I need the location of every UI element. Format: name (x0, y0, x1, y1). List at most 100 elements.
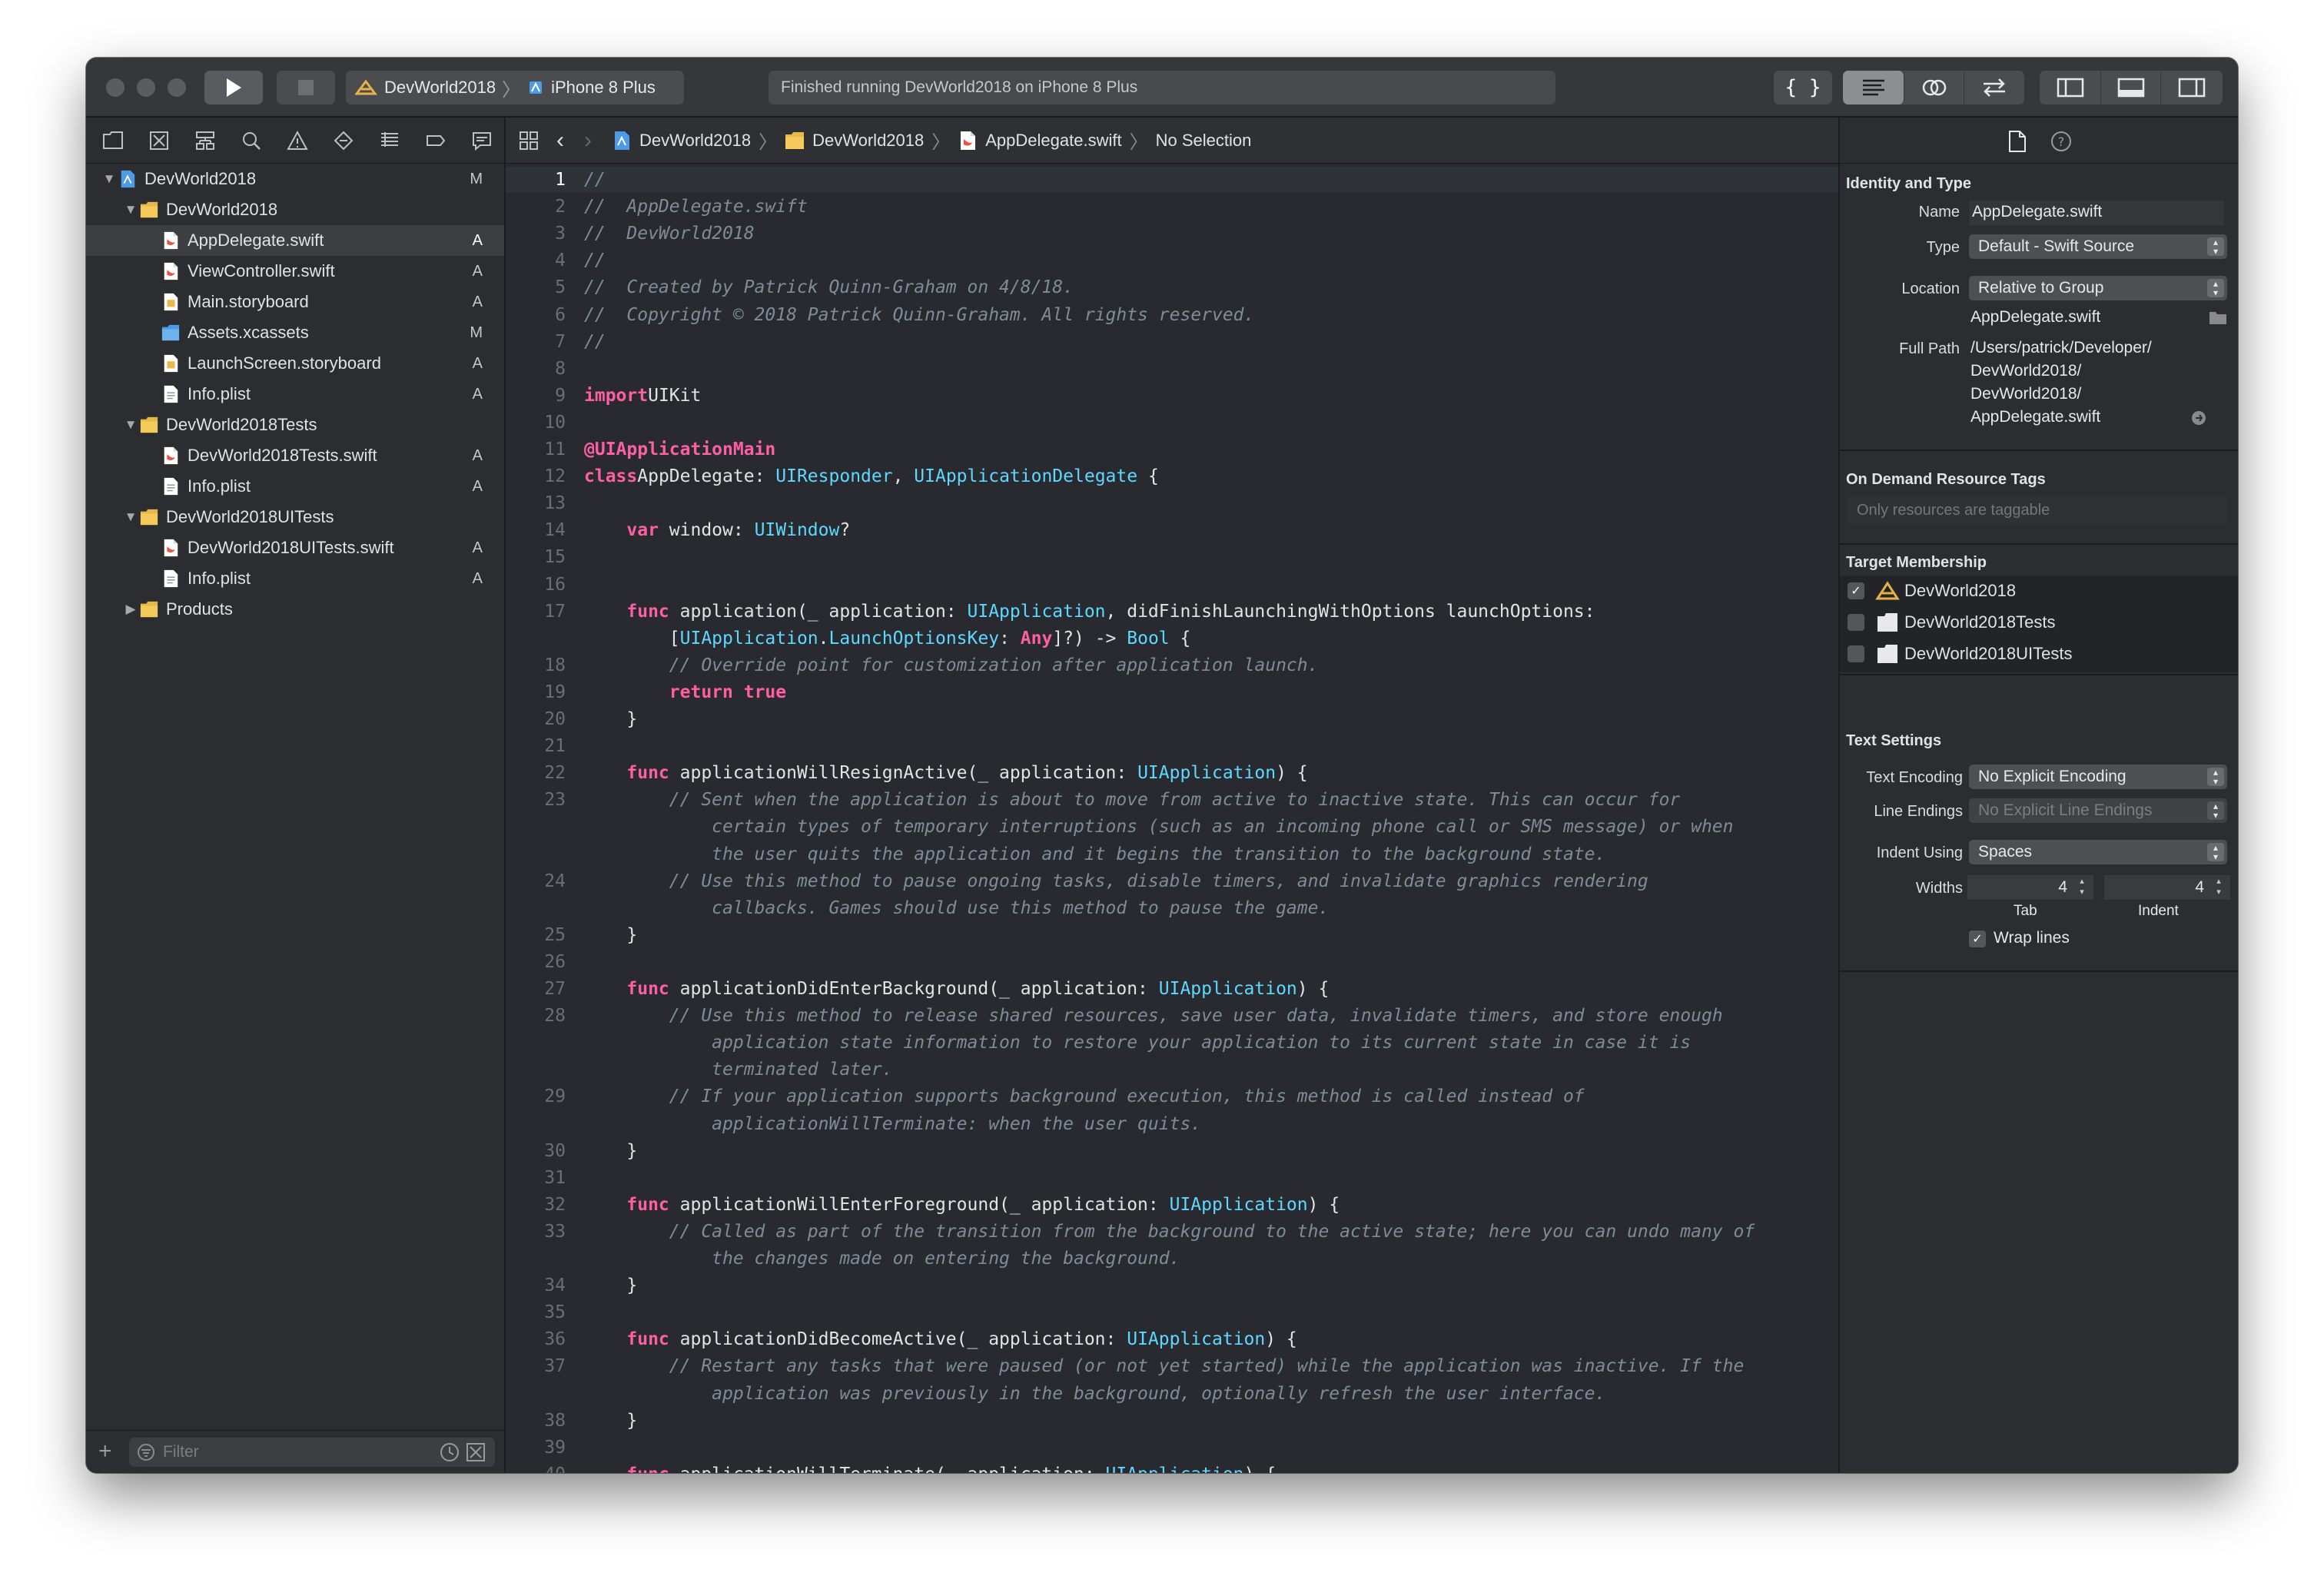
code-line[interactable]: application was previously in the backgr… (506, 1381, 1838, 1407)
code-line[interactable]: 19 return true (506, 679, 1838, 705)
tree-row[interactable]: ▼ DevWorld2018Tests (86, 410, 504, 440)
code-line[interactable]: 21 (506, 733, 1838, 759)
navigator-tab-test-diamond[interactable] (329, 126, 358, 155)
reveal-in-finder-icon[interactable] (2190, 410, 2207, 426)
code-line[interactable]: 5 // Created by Patrick Quinn-Graham on 4… (506, 274, 1838, 300)
navigator-tab-search[interactable] (237, 126, 266, 155)
code-line[interactable]: 29 // If your application supports backg… (506, 1083, 1838, 1110)
folder-icon[interactable] (2209, 310, 2227, 325)
location-popup[interactable]: Relative to Group ▴ ▾ (1969, 276, 2227, 300)
tree-row[interactable]: ▼ DevWorld2018 (86, 194, 504, 225)
disclosure-open-icon[interactable]: ▼ (123, 417, 138, 433)
code-line[interactable]: 34 } (506, 1272, 1838, 1299)
code-line[interactable]: the user quits the application and it be… (506, 841, 1838, 867)
target-checkbox[interactable] (1848, 614, 1864, 631)
code-line[interactable]: 39 (506, 1435, 1838, 1461)
code-line[interactable]: 22 func applicationWillResignActive(_ ap… (506, 760, 1838, 786)
standard-editor-button[interactable] (1843, 71, 1904, 104)
code-line[interactable]: 17 func application(_ application: UIApp… (506, 599, 1838, 625)
target-checkbox[interactable]: ✓ (1848, 582, 1864, 599)
navigator-tab-breakpoint[interactable] (421, 126, 450, 155)
tree-row[interactable]: DevWorld2018Tests.swift A (86, 440, 504, 471)
inspector-toggle-button[interactable] (2161, 71, 2223, 104)
code-line[interactable]: 37 // Restart any tasks that were paused… (506, 1353, 1838, 1379)
type-popup[interactable]: Default - Swift Source ▴ ▾ (1969, 234, 2227, 259)
navigator-tab-folder[interactable] (98, 126, 128, 155)
code-line[interactable]: application state information to restore… (506, 1030, 1838, 1056)
breadcrumb-item[interactable]: AppDelegate.swift (958, 130, 1122, 151)
tree-row[interactable]: Main.storyboard A (86, 287, 504, 317)
navigator-tab-report[interactable] (467, 126, 496, 155)
code-line[interactable]: 9 importUIKit (506, 383, 1838, 409)
code-line[interactable]: 40 func applicationWillTerminate(_ appli… (506, 1461, 1838, 1473)
tree-row[interactable]: Info.plist A (86, 471, 504, 502)
code-line[interactable]: 35 (506, 1299, 1838, 1325)
code-line[interactable]: 36 func applicationDidBecomeActive(_ app… (506, 1326, 1838, 1352)
recent-files-icon[interactable] (440, 1442, 460, 1462)
minimize-window-button[interactable] (137, 78, 155, 97)
zoom-window-button[interactable] (168, 78, 186, 97)
source-control-filter-icon[interactable] (466, 1442, 486, 1462)
code-line[interactable]: 18 // Override point for customization a… (506, 652, 1838, 678)
code-line[interactable]: certain types of temporary interruptions… (506, 814, 1838, 840)
tree-row[interactable]: AppDelegate.swift A (86, 225, 504, 256)
navigator-filter-input[interactable]: Filter (129, 1438, 495, 1467)
navigator-tab-source-control[interactable] (144, 126, 174, 155)
debug-area-toggle-button[interactable] (2101, 71, 2161, 104)
code-line[interactable]: 2 // AppDelegate.swift (506, 194, 1838, 220)
name-field[interactable]: AppDelegate.swift (1969, 201, 2224, 225)
code-line[interactable]: 23 // Sent when the application is about… (506, 787, 1838, 813)
forward-icon[interactable]: › (584, 128, 592, 154)
target-row[interactable]: ✓ DevWorld2018 (1840, 576, 2238, 606)
code-line[interactable]: 14 var window: UIWindow? (506, 517, 1838, 543)
tree-row[interactable]: ▶ Products (86, 594, 504, 625)
target-row[interactable]: DevWorld2018Tests (1840, 607, 2238, 638)
disclosure-open-icon[interactable]: ▼ (123, 509, 138, 525)
tree-row[interactable]: Info.plist A (86, 379, 504, 410)
code-line[interactable]: 10 (506, 410, 1838, 436)
target-checkbox[interactable] (1848, 645, 1864, 662)
code-line[interactable]: [UIApplication.LaunchOptionsKey: Any]?) … (506, 625, 1838, 652)
stop-button[interactable] (277, 71, 335, 104)
code-line[interactable]: 4 // (506, 247, 1838, 274)
code-line[interactable]: 16 (506, 572, 1838, 598)
breadcrumb-item[interactable]: DevWorld2018 (785, 130, 924, 151)
close-window-button[interactable] (106, 78, 124, 97)
source-editor[interactable]: 1 // 2 // AppDelegate.swift 3 // DevWorld2018… (506, 164, 1838, 1473)
code-line[interactable]: callbacks. Games should use this method … (506, 895, 1838, 921)
scheme-selector[interactable]: DevWorld2018 〉 iPhone 8 Plus (346, 71, 684, 104)
code-line[interactable]: the changes made on entering the backgro… (506, 1246, 1838, 1272)
disclosure-open-icon[interactable]: ▼ (101, 171, 117, 187)
disclosure-open-icon[interactable]: ▼ (123, 202, 138, 217)
code-line[interactable]: 28 // Use this method to release shared … (506, 1003, 1838, 1029)
library-button[interactable]: { } (1774, 71, 1832, 104)
back-icon[interactable]: ‹ (556, 128, 564, 154)
disclosure-closed-icon[interactable]: ▶ (123, 602, 138, 617)
text-encoding-popup[interactable]: No Explicit Encoding ▴ ▾ (1969, 765, 2227, 789)
code-line[interactable]: 11 @UIApplicationMain (506, 436, 1838, 463)
tab-width-stepper[interactable]: ▴ ▾ (2075, 876, 2089, 899)
breadcrumb-item[interactable]: DevWorld2018 (612, 130, 751, 151)
target-row[interactable]: DevWorld2018UITests (1840, 639, 2238, 669)
code-line[interactable]: 8 (506, 356, 1838, 382)
tree-row[interactable]: ViewController.swift A (86, 256, 504, 287)
code-line[interactable]: 31 (506, 1165, 1838, 1191)
code-line[interactable]: 25 } (506, 922, 1838, 948)
code-line[interactable]: 24 // Use this method to pause ongoing t… (506, 868, 1838, 894)
navigator-tab-warning[interactable] (283, 126, 312, 155)
tree-row[interactable]: DevWorld2018UITests.swift A (86, 532, 504, 563)
navigator-toggle-button[interactable] (2040, 71, 2101, 104)
run-button[interactable] (204, 71, 263, 104)
code-line[interactable]: 12 classAppDelegate: UIResponder, UIAppli… (506, 463, 1838, 489)
indent-width-stepper[interactable]: ▴ ▾ (2212, 876, 2226, 899)
add-icon[interactable]: + (98, 1438, 112, 1465)
tree-row[interactable]: LaunchScreen.storyboard A (86, 348, 504, 379)
code-line[interactable]: 27 func applicationDidEnterBackground(_ … (506, 976, 1838, 1002)
code-line[interactable]: 33 // Called as part of the transition f… (506, 1219, 1838, 1245)
code-line[interactable]: 6 // Copyright © 2018 Patrick Quinn-Graha… (506, 302, 1838, 328)
code-line[interactable]: terminated later. (506, 1057, 1838, 1083)
tree-row[interactable]: ▼ DevWorld2018 M (86, 164, 504, 194)
code-line[interactable]: 1 // (506, 167, 1838, 193)
tree-row[interactable]: Assets.xcassets M (86, 317, 504, 348)
code-line[interactable]: 20 } (506, 706, 1838, 732)
